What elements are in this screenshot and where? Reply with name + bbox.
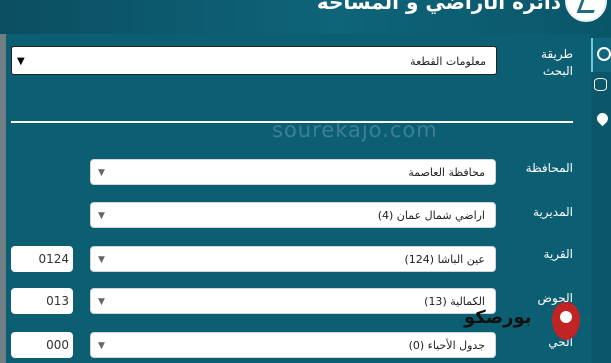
neighborhood-code-input[interactable]: 000 [11, 332, 73, 358]
chevron-down-icon: ▼ [17, 56, 25, 67]
neighborhood-select[interactable]: جدول الأحياء (0) ▼ [90, 332, 496, 358]
chevron-down-icon: ▼ [98, 211, 105, 221]
search-method-value: معلومات القطعة [410, 55, 486, 68]
governorate-label: المحافظة [525, 161, 573, 175]
brand-logo: بورصكو [464, 302, 580, 348]
chevron-down-icon: ▼ [98, 297, 105, 307]
search-icon[interactable] [591, 38, 611, 72]
village-code-input[interactable]: 0124 [11, 246, 73, 272]
chevron-down-icon: ▼ [98, 255, 105, 265]
basin-select[interactable]: الكمالية (13) ▼ [90, 288, 496, 314]
governorate-select[interactable]: محافظة العاصمة ▼ [90, 159, 496, 185]
left-edge-strip [0, 0, 6, 363]
search-method-select[interactable]: معلومات القطعة ▼ [11, 46, 497, 75]
village-value: عين الباشا (124) [404, 253, 486, 266]
basin-code-input[interactable]: 013 [11, 288, 73, 314]
dls-logo-icon [565, 0, 607, 22]
directorate-select[interactable]: اراضي شمال عمان (4) ▼ [90, 202, 496, 228]
directorate-label: المديرية [533, 205, 573, 219]
governorate-value: محافظة العاصمة [408, 166, 485, 179]
directorate-value: اراضي شمال عمان (4) [377, 209, 485, 222]
divider [11, 121, 573, 123]
page-title: دائرة الأراضي و المساحة [316, 0, 561, 14]
village-label: القرية [543, 247, 573, 261]
location-pin-logo-icon [552, 302, 580, 340]
village-select[interactable]: عين الباشا (124) ▼ [90, 246, 496, 272]
search-method-label: طريقة البحث [540, 47, 573, 78]
brand-text: بورصكو [464, 307, 532, 328]
chevron-down-icon: ▼ [98, 341, 105, 351]
database-icon[interactable] [594, 78, 607, 91]
header-bar: دائرة الأراضي و المساحة [0, 0, 611, 34]
chevron-down-icon: ▼ [98, 168, 105, 178]
